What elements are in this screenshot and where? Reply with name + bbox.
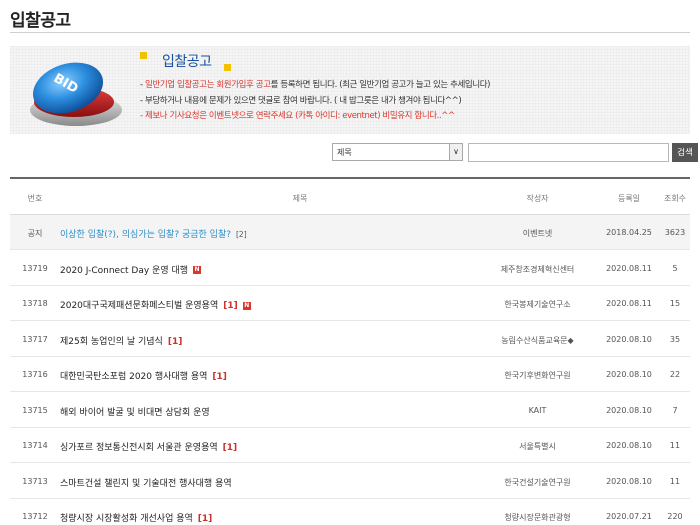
row-title-link[interactable]: 이상한 입찰(?), 의심가는 입찰? 궁금한 입찰? [2]	[60, 227, 247, 240]
row-writer: 서울특별시	[519, 442, 556, 451]
bid-button-icon: BID	[30, 62, 122, 126]
row-number: 13712	[22, 512, 48, 521]
info-banner: BID 입찰공고 - 일반기업 입찰공고는 회원가입후 공고를 등록하면 됩니다…	[10, 46, 690, 134]
table-row: 13712 청량시장 시장활성화 개선사업 용역 [1] 청량시장문화관광형 2020.…	[10, 499, 690, 525]
row-number: 공지	[27, 229, 43, 238]
row-title[interactable]: 2020 J-Connect Day 운영 대행	[60, 266, 188, 276]
table-row: 13719 2020 J-Connect Day 운영 대행 N 제주창조경제혁신센터…	[10, 251, 690, 286]
row-date: 2020.07.21	[606, 512, 652, 521]
banner-line-1: - 일반기업 입찰공고는 회원가입후 공고를 등록하면 됩니다. (최근 일반기…	[140, 80, 491, 90]
row-number: 13714	[22, 441, 48, 450]
row-title-link[interactable]: 대한민국탄소포럼 2020 행사대행 용역 [1]	[60, 369, 227, 382]
row-writer: 한국기후변화연구원	[504, 371, 571, 380]
row-views: 5	[672, 263, 678, 273]
accent-square	[140, 52, 147, 59]
row-writer: 농림수산식품교육문◆	[501, 335, 574, 345]
row-title-link[interactable]: 싱가포르 정보통신전시회 서울관 운영용역 [1]	[60, 440, 237, 453]
row-number: 13719	[22, 263, 48, 273]
row-title[interactable]: 제25회 농업인의 날 기념식	[60, 337, 163, 347]
row-writer: 제주창조경제혁신센터	[500, 264, 575, 274]
comment-count: [2]	[236, 230, 247, 239]
search-button[interactable]: 검색	[672, 143, 698, 162]
banner-title: 입찰공고	[162, 54, 212, 70]
row-views: 35	[669, 334, 681, 344]
row-title-link[interactable]: 2020대구국제패션문화페스티벌 운영용역 [1] N	[60, 298, 251, 311]
row-writer: 한국건설기술연구원	[504, 477, 571, 487]
row-title[interactable]: 대한민국탄소포럼 2020 행사대행 용역	[60, 372, 207, 382]
row-date: 2018.04.25	[606, 228, 652, 237]
row-views: 7	[672, 405, 678, 415]
row-date: 2020.08.10	[606, 441, 652, 450]
accent-square	[224, 64, 231, 71]
row-number: 13715	[22, 405, 48, 415]
table-row: 13717 제25회 농업인의 날 기념식 [1] 농림수산식품교육문◆ 2020.08…	[10, 322, 690, 357]
table-row: 13715 해외 바이어 발굴 및 비대면 상담회 운영 KAIT 2020.08.1…	[10, 393, 690, 428]
notice-row: 공지 이상한 입찰(?), 의심가는 입찰? 궁금한 입찰? [2] 이벤트넷 2018…	[10, 215, 690, 250]
row-views: 11	[669, 441, 681, 450]
row-views: 220	[667, 512, 683, 521]
chevron-down-icon[interactable]: ∨	[449, 144, 462, 160]
row-number: 13713	[22, 476, 48, 486]
header-writer: 작성자	[526, 194, 549, 203]
row-views: 11	[669, 476, 681, 486]
row-number: 13717	[22, 334, 48, 344]
header-views: 조회수	[663, 194, 687, 203]
row-writer: 청량시장문화관광형	[504, 513, 571, 522]
new-badge-icon: N	[242, 301, 251, 310]
row-title[interactable]: 이상한 입찰(?), 의심가는 입찰? 궁금한 입찰?	[60, 230, 231, 240]
row-title-link[interactable]: 스마트건설 챌린지 및 기술대전 행사대행 용역	[60, 476, 232, 489]
table-row: 13714 싱가포르 정보통신전시회 서울관 운영용역 [1] 서울특별시 2020.0…	[10, 428, 690, 463]
row-title[interactable]: 해외 바이어 발굴 및 비대면 상담회 운영	[60, 408, 210, 418]
comment-count: [1]	[197, 514, 213, 524]
row-views: 15	[669, 299, 681, 308]
row-title[interactable]: 청량시장 시장활성화 개선사업 용역	[60, 514, 193, 524]
header-no: 번호	[27, 194, 43, 203]
title-divider	[10, 32, 690, 33]
row-date: 2020.08.11	[606, 299, 652, 308]
banner-line-3: - 제보나 기사요청은 이벤트넷으로 연락주세요 (카톡 아이디: eventn…	[140, 111, 455, 121]
row-date: 2020.08.10	[606, 370, 652, 379]
row-title[interactable]: 스마트건설 챌린지 및 기술대전 행사대행 용역	[60, 479, 232, 489]
table-row: 13718 2020대구국제패션문화페스티벌 운영용역 [1] N 한국봉제기술연구소 2…	[10, 286, 690, 321]
search-field-value: 제목	[337, 148, 352, 157]
search-field-select[interactable]: 제목 ∨	[332, 143, 463, 161]
comment-count: [1]	[222, 443, 238, 453]
row-writer: 이벤트넷	[522, 229, 553, 238]
page-title: 입찰공고	[10, 11, 71, 31]
row-title-link[interactable]: 해외 바이어 발굴 및 비대면 상담회 운영	[60, 405, 210, 418]
row-title[interactable]: 2020대구국제패션문화페스티벌 운영용역	[60, 301, 218, 311]
row-number: 13718	[22, 299, 48, 308]
comment-count: [1]	[223, 301, 238, 311]
header-date: 등록일	[617, 194, 641, 203]
row-writer: KAIT	[528, 405, 547, 415]
comment-count: [1]	[212, 372, 227, 382]
table-row: 13713 스마트건설 챌린지 및 기술대전 행사대행 용역 한국건설기술연구원 20…	[10, 464, 690, 499]
row-title-link[interactable]: 청량시장 시장활성화 개선사업 용역 [1]	[60, 511, 212, 524]
row-title-link[interactable]: 제25회 농업인의 날 기념식 [1]	[60, 334, 182, 347]
table-row: 13716 대한민국탄소포럼 2020 행사대행 용역 [1] 한국기후변화연구원 20…	[10, 357, 690, 392]
row-date: 2020.08.10	[606, 405, 652, 415]
table-header: 번호 제목 작성자 등록일 조회수	[10, 179, 690, 215]
row-title[interactable]: 싱가포르 정보통신전시회 서울관 운영용역	[60, 443, 218, 453]
row-number: 13716	[22, 370, 48, 379]
row-title-link[interactable]: 2020 J-Connect Day 운영 대행 N	[60, 263, 202, 276]
search-input[interactable]	[468, 143, 669, 162]
row-date: 2020.08.11	[606, 263, 652, 273]
banner-line-2: - 부당하거나 내용에 문제가 있으면 댓글로 참여 바랍니다. ( 내 밥그릇…	[140, 96, 462, 106]
comment-count: [1]	[167, 336, 183, 347]
row-date: 2020.08.10	[606, 334, 652, 344]
row-writer: 한국봉제기술연구소	[504, 300, 571, 309]
new-badge-icon: N	[193, 266, 202, 274]
row-views: 3623	[664, 228, 686, 237]
row-views: 22	[669, 370, 681, 379]
row-date: 2020.08.10	[606, 476, 652, 486]
